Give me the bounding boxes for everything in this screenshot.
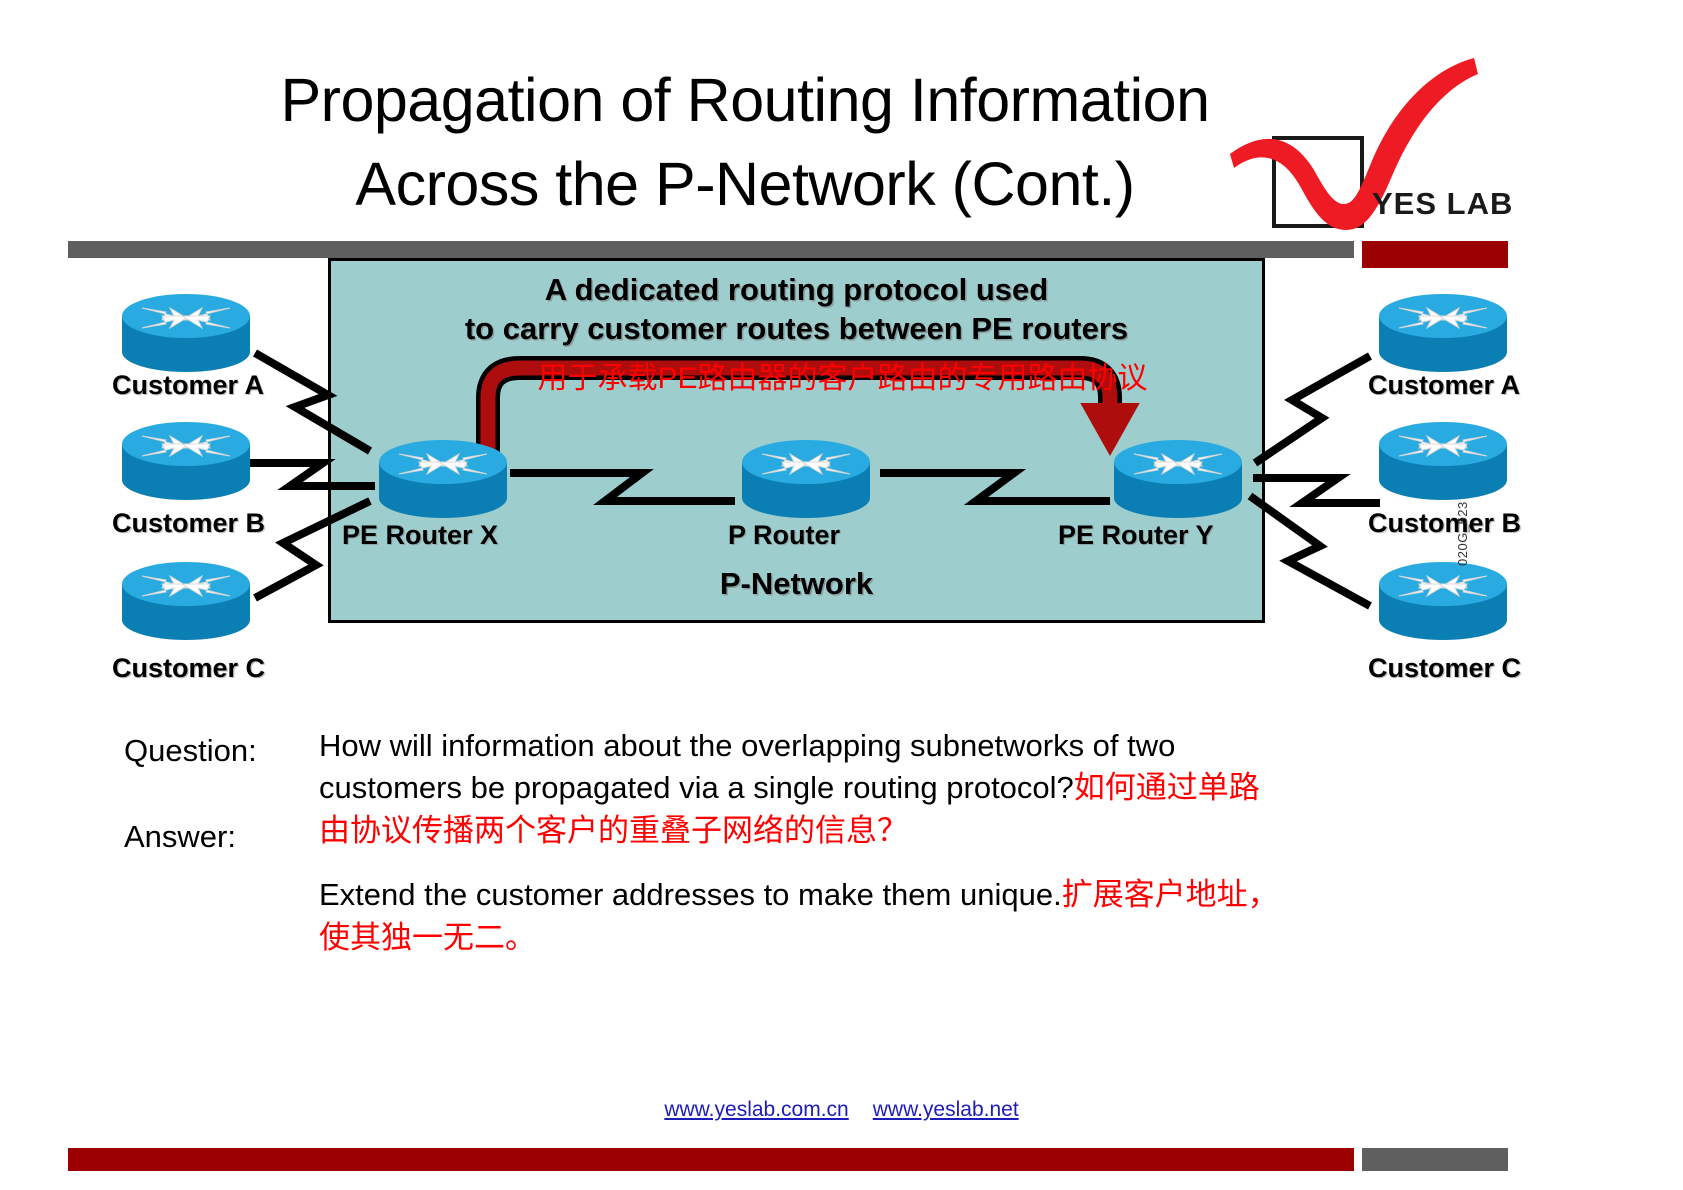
callout-text: A dedicated routing protocol used to car… xyxy=(331,271,1262,349)
router-icon-customer-c-right xyxy=(1375,558,1511,642)
page-title-line-2: Across the P-Network (Cont.) xyxy=(355,150,1135,219)
question-row: Question: Answer: How will information a… xyxy=(124,725,1524,959)
question-text-en: How will information about the overlappi… xyxy=(319,728,1176,806)
router-icon-p-router xyxy=(738,436,874,520)
figure-code: 020G_523 xyxy=(1455,501,1470,566)
p-network-label: P-Network xyxy=(719,566,874,601)
footer-red-bar xyxy=(68,1148,1354,1171)
callout-chinese-annotation: 用于承载PE路由器的客户路由的专用路由协议 xyxy=(537,362,1148,395)
page-title: Propagation of Routing Information Acros… xyxy=(170,58,1320,226)
answer-body: Extend the customer addresses to make th… xyxy=(319,874,1279,959)
label-pe-router-x: PE Router X xyxy=(342,520,499,550)
link-customer-c-right xyxy=(1247,492,1372,610)
router-icon-customer-b-left xyxy=(118,418,254,502)
callout-line-1: A dedicated routing protocol used xyxy=(544,272,1049,307)
page-title-line-1: Propagation of Routing Information xyxy=(280,66,1210,134)
footer-links: www.yeslab.com.cn www.yeslab.net xyxy=(0,1098,1683,1122)
question-body: How will information about the overlappi… xyxy=(319,725,1279,852)
label-p-router: P Router xyxy=(728,520,841,550)
router-icon-pe-router-y xyxy=(1110,436,1246,520)
label-customer-b-right: Customer B xyxy=(1368,508,1522,538)
router-icon-customer-b-right xyxy=(1375,418,1511,502)
answer-label: Answer: xyxy=(124,819,236,854)
footer-link-yeslab-com-cn[interactable]: www.yeslab.com.cn xyxy=(664,1098,848,1121)
label-customer-b-left: Customer B xyxy=(112,508,266,538)
router-icon-pe-router-x xyxy=(375,436,511,520)
question-label: Question: xyxy=(124,733,257,768)
label-customer-c-right: Customer C xyxy=(1368,653,1522,683)
header-grey-bar xyxy=(68,241,1354,258)
yeslab-logo: YES LAB xyxy=(1230,58,1562,233)
footer-grey-bar xyxy=(1362,1148,1508,1171)
logo-text: YES LAB xyxy=(1372,186,1514,221)
router-icon-customer-c-left xyxy=(118,558,254,642)
slide-root: Propagation of Routing Information Acros… xyxy=(0,0,1683,1190)
label-customer-c-left: Customer C xyxy=(112,653,266,683)
label-pe-router-y: PE Router Y xyxy=(1058,520,1214,550)
link-customer-b-right xyxy=(1253,474,1380,507)
network-diagram: A dedicated routing protocol used to car… xyxy=(70,258,1615,703)
callout-line-2: to carry customer routes between PE rout… xyxy=(464,310,1129,346)
qa-section: Question: Answer: How will information a… xyxy=(124,725,1524,959)
footer-link-yeslab-net[interactable]: www.yeslab.net xyxy=(873,1098,1019,1121)
answer-text-en: Extend the customer addresses to make th… xyxy=(319,877,1062,913)
